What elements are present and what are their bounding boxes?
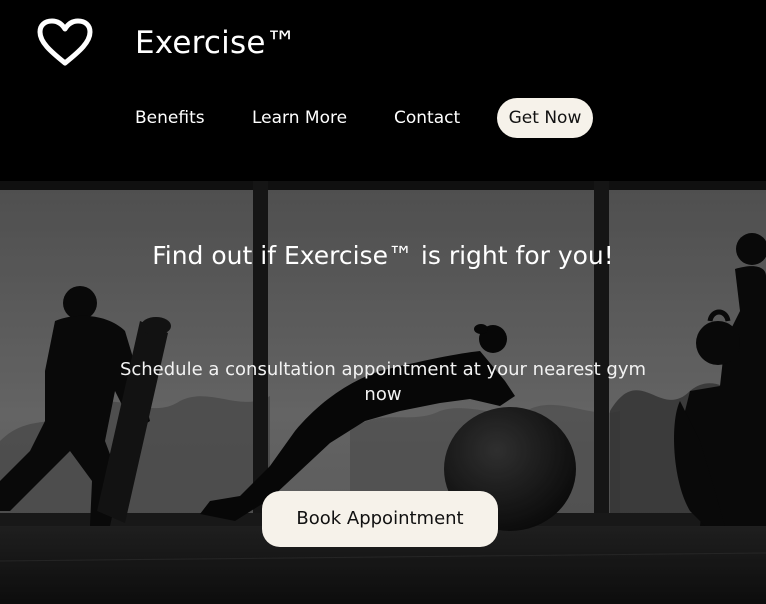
main-nav: Benefits Learn More Contact Get Now	[0, 98, 766, 138]
landing-page: Exercise™ Benefits Learn More Contact Ge…	[0, 0, 766, 604]
site-header: Exercise™ Benefits Learn More Contact Ge…	[0, 0, 766, 181]
book-appointment-button[interactable]: Book Appointment	[262, 491, 498, 547]
nav-benefits-link[interactable]: Benefits	[135, 98, 205, 138]
heart-icon[interactable]	[36, 18, 94, 68]
get-now-button[interactable]: Get Now	[497, 98, 593, 138]
brand-name[interactable]: Exercise™	[135, 23, 297, 63]
hero-section: Find out if Exercise™ is right for you! …	[0, 181, 766, 604]
hero-title: Find out if Exercise™ is right for you!	[152, 241, 614, 270]
nav-learn-more-link[interactable]: Learn More	[252, 98, 347, 138]
hero-subtitle: Schedule a consultation appointment at y…	[119, 359, 647, 405]
nav-contact-link[interactable]: Contact	[394, 98, 460, 138]
